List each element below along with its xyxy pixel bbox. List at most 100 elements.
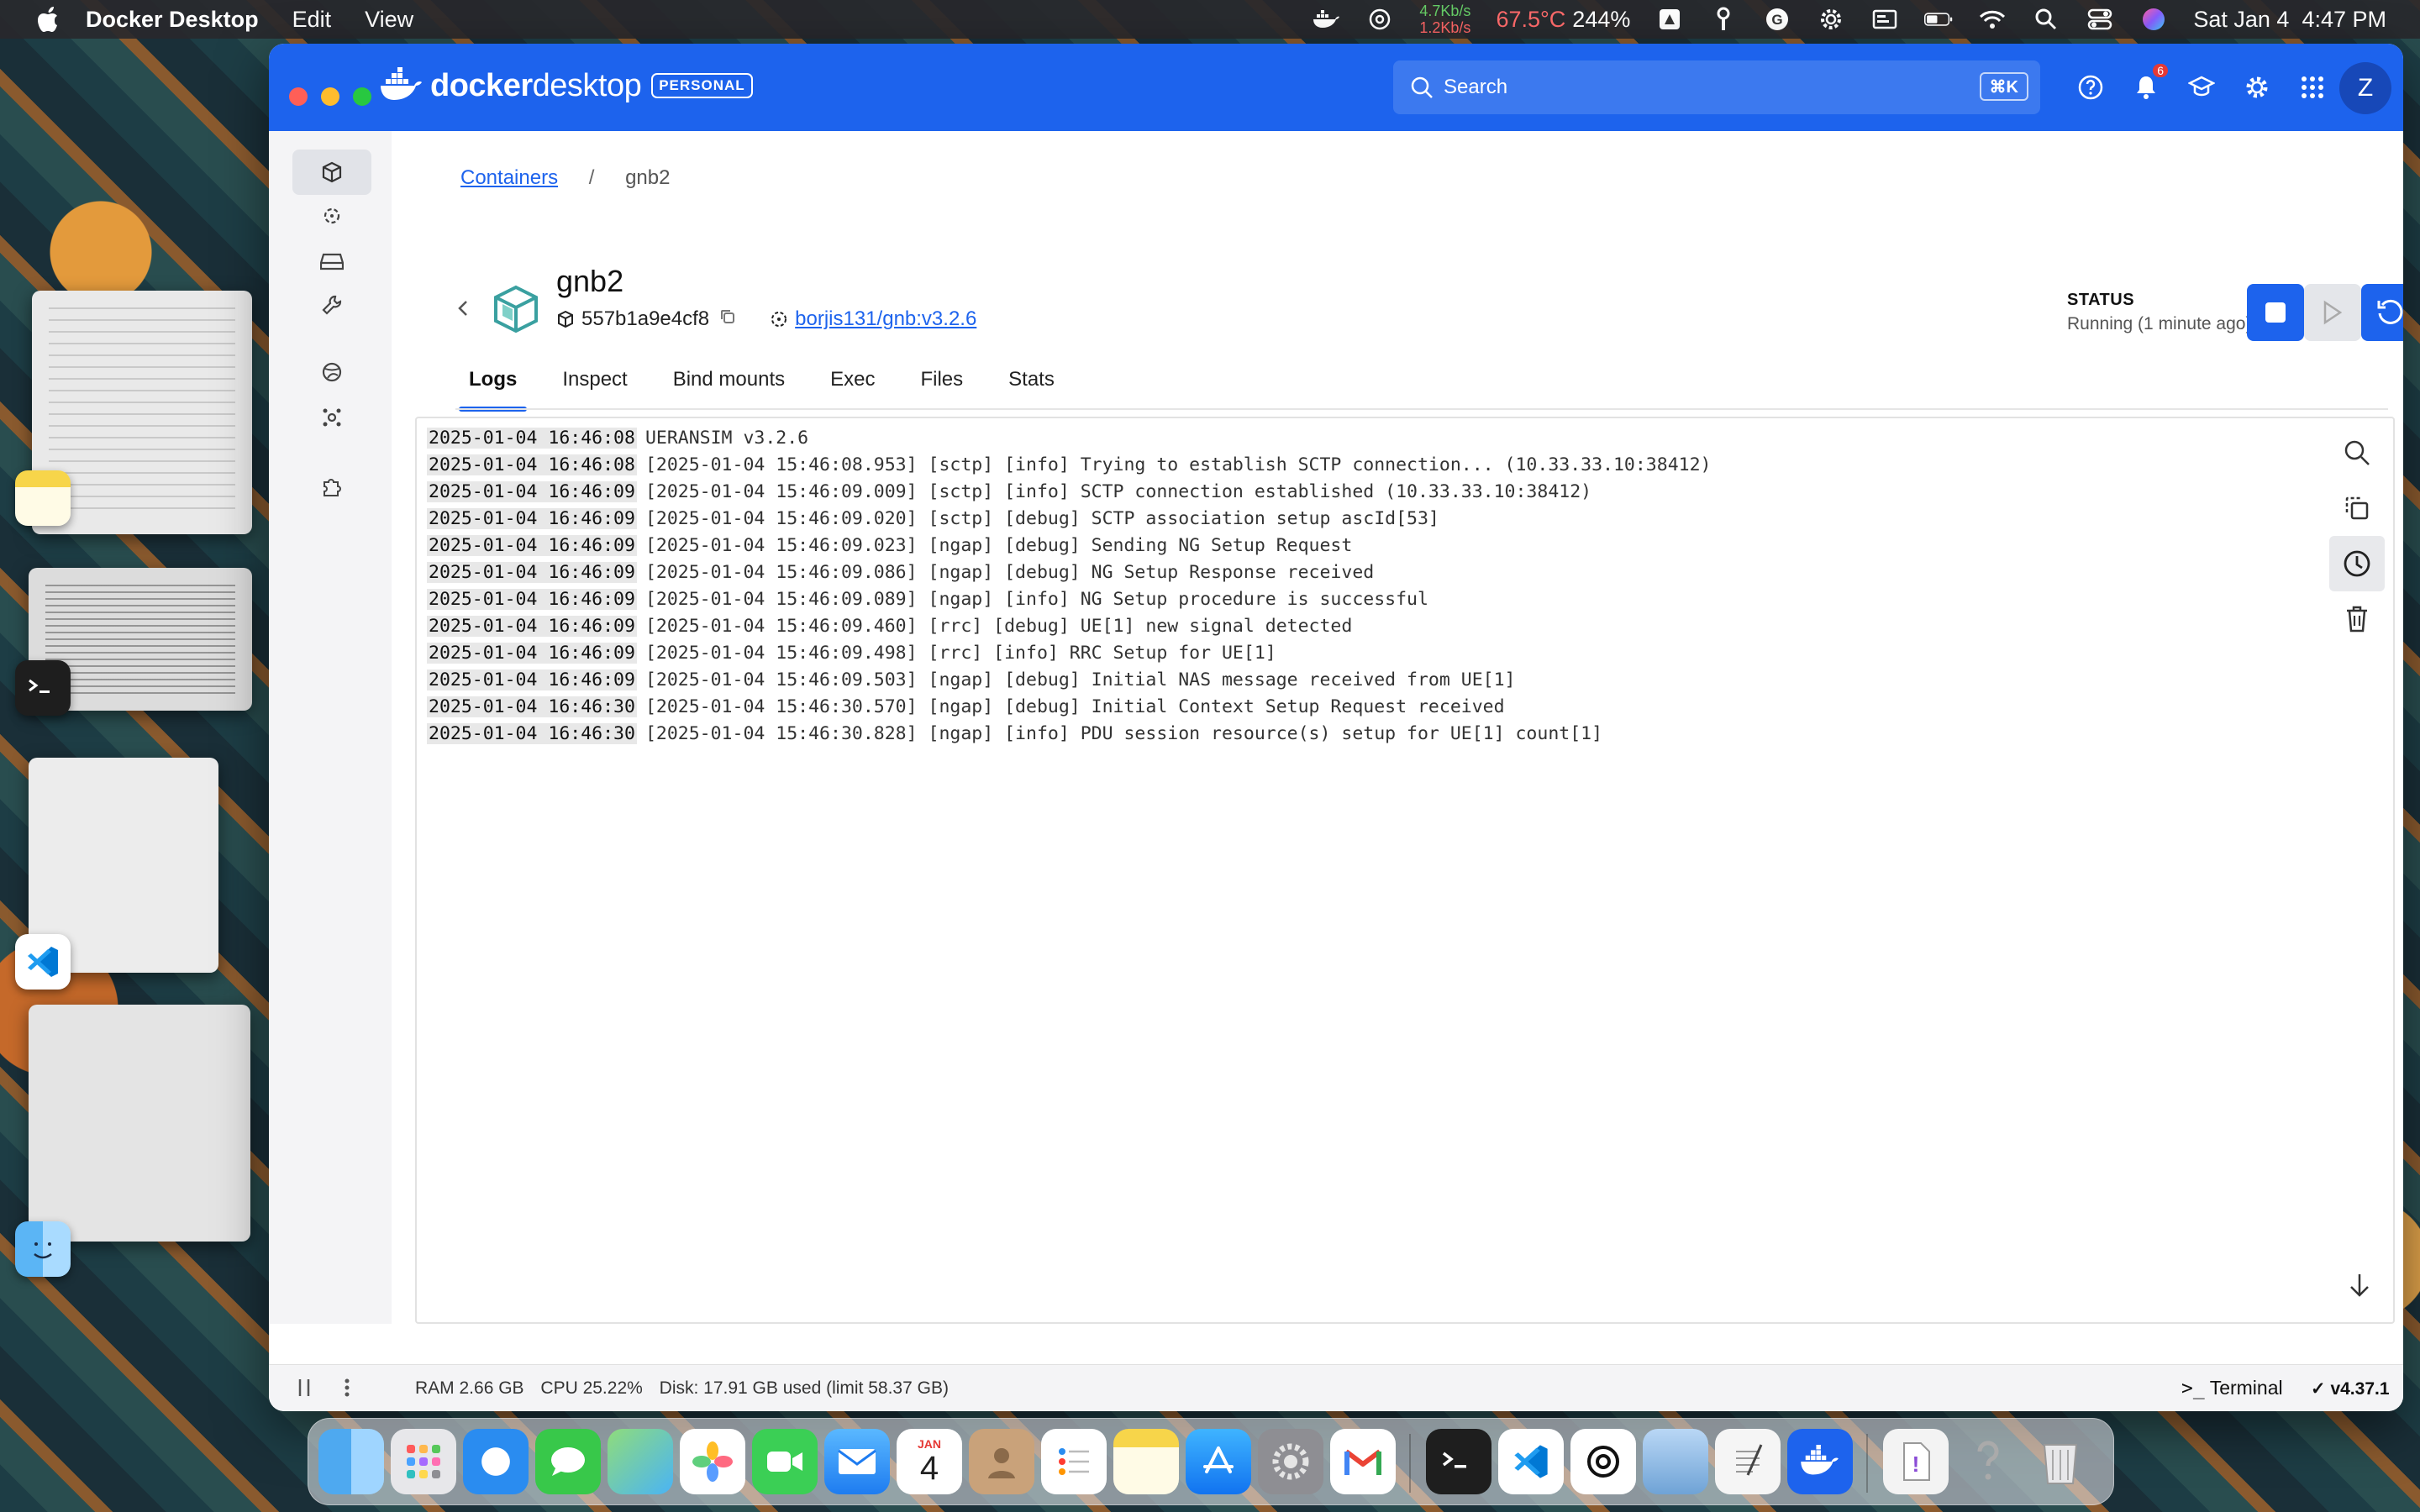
app-name-menu[interactable]: Docker Desktop	[86, 7, 259, 33]
window-titlebar: dockerdesktop PERSONAL Search ⌘K 6 Z	[269, 44, 2403, 131]
sidebar-item-extensions-marketplace[interactable]	[292, 395, 371, 440]
docker-dock-icon[interactable]	[1787, 1429, 1853, 1494]
version-indicator[interactable]: ✓ v4.37.1	[2311, 1378, 2390, 1399]
tab-stats[interactable]: Stats	[995, 360, 1068, 407]
copy-id-icon[interactable]	[719, 307, 736, 331]
apps-grid-icon[interactable]	[2294, 69, 2331, 106]
container-tabs: Logs Inspect Bind mounts Exec Files Stat…	[455, 360, 1086, 412]
docker-menubar-icon[interactable]	[1312, 5, 1340, 34]
key-icon[interactable]	[1709, 5, 1738, 34]
sidebar-item-builds[interactable]	[292, 282, 371, 328]
messages-dock-icon[interactable]	[535, 1429, 601, 1494]
maps-dock-icon[interactable]	[608, 1429, 673, 1494]
photos-dock-icon[interactable]	[680, 1429, 745, 1494]
terminal-app-icon	[15, 660, 71, 716]
tab-exec[interactable]: Exec	[817, 360, 888, 407]
tab-inspect[interactable]: Inspect	[549, 360, 640, 407]
menubar-clock[interactable]: Sat Jan 4 4:47 PM	[2193, 7, 2386, 33]
gmail-dock-icon[interactable]	[1330, 1429, 1396, 1494]
wifi-icon[interactable]	[1978, 5, 2007, 34]
trash-dock-icon[interactable]	[2028, 1429, 2093, 1494]
sidebar-item-extensions[interactable]	[292, 464, 371, 509]
docker-desktop-window: dockerdesktop PERSONAL Search ⌘K 6 Z Con…	[269, 44, 2403, 1411]
document-dock-icon[interactable]: !	[1883, 1429, 1949, 1494]
vscode-dock-icon[interactable]	[1498, 1429, 1564, 1494]
learning-center-icon[interactable]	[2183, 69, 2220, 106]
terminal-label: Terminal	[2209, 1377, 2283, 1399]
safari-dock-icon[interactable]	[463, 1429, 529, 1494]
user-avatar[interactable]: Z	[2339, 62, 2391, 114]
start-container-button[interactable]	[2304, 284, 2361, 341]
terminal-button[interactable]: >_ Terminal	[2181, 1377, 2283, 1399]
chatgpt-dock-icon[interactable]	[1570, 1429, 1636, 1494]
container-image-link[interactable]: borjis131/gnb:v3.2.6	[795, 307, 976, 331]
log-timestamp: 2025-01-04 16:46:30	[427, 723, 637, 744]
log-timestamp: 2025-01-04 16:46:08	[427, 454, 637, 475]
mail-dock-icon[interactable]	[824, 1429, 890, 1494]
close-window-button[interactable]	[289, 87, 308, 106]
sidebar-item-docker-scout[interactable]	[292, 349, 371, 395]
siri-icon[interactable]	[2139, 5, 2168, 34]
log-lines: 2025-01-04 16:46:08 UERANSIM v3.2.6 2025-0…	[427, 425, 1711, 748]
breadcrumb-containers-link[interactable]: Containers	[460, 166, 558, 189]
stop-container-button[interactable]	[2247, 284, 2304, 341]
unknown-app-dock-icon[interactable]	[1955, 1429, 2021, 1494]
dock-separator	[1866, 1434, 1868, 1493]
screen-icon[interactable]	[1870, 5, 1899, 34]
container-id-cube-icon	[558, 310, 573, 328]
log-message: [2025-01-04 15:46:09.009] [sctp] [info] …	[644, 481, 1592, 502]
sidebar-item-images[interactable]	[292, 193, 371, 239]
notifications-bell-icon[interactable]: 6	[2128, 64, 2168, 106]
log-timestamp: 2025-01-04 16:46:09	[427, 616, 637, 637]
search-logs-button[interactable]	[2329, 425, 2385, 480]
log-timestamp: 2025-01-04 16:46:09	[427, 643, 637, 664]
launchpad-dock-icon[interactable]	[391, 1429, 456, 1494]
minimize-window-button[interactable]	[321, 87, 339, 106]
apple-menu-icon[interactable]	[30, 0, 69, 39]
grammarly-icon[interactable]: G	[1763, 5, 1791, 34]
terminal-dock-icon[interactable]	[1426, 1429, 1491, 1494]
breadcrumb-separator: /	[588, 166, 595, 189]
textedit-dock-icon[interactable]	[1715, 1429, 1781, 1494]
system-settings-dock-icon[interactable]	[1258, 1429, 1323, 1494]
zoom-window-button[interactable]	[353, 87, 371, 106]
collapse-sidebar-icon[interactable]	[294, 1377, 314, 1404]
preview-dock-icon[interactable]	[1643, 1429, 1708, 1494]
restart-container-button[interactable]	[2361, 284, 2403, 341]
gear-menubar-icon[interactable]	[1817, 5, 1845, 34]
tab-bind-mounts[interactable]: Bind mounts	[660, 360, 798, 407]
tab-logs[interactable]: Logs	[455, 360, 530, 412]
log-line: 2025-01-04 16:46:09 [2025-01-04 15:46:09.…	[427, 586, 1711, 613]
app-store-dock-icon[interactable]	[1186, 1429, 1251, 1494]
chatgpt-menubar-icon[interactable]	[1365, 5, 1394, 34]
back-chevron-icon[interactable]	[450, 296, 476, 321]
control-center-icon[interactable]	[2086, 5, 2114, 34]
stage-window-finder[interactable]	[29, 1005, 250, 1242]
scroll-to-bottom-arrow-icon[interactable]	[2341, 1267, 2378, 1304]
calendar-dock-icon[interactable]: JAN 4	[897, 1429, 962, 1494]
facetime-dock-icon[interactable]	[752, 1429, 818, 1494]
tab-files[interactable]: Files	[907, 360, 976, 407]
reminders-dock-icon[interactable]	[1041, 1429, 1107, 1494]
clear-logs-button[interactable]	[2329, 591, 2385, 647]
sidebar-item-volumes[interactable]	[292, 239, 371, 284]
drive-icon[interactable]	[1655, 5, 1684, 34]
battery-icon[interactable]	[1924, 5, 1953, 34]
sidebar-item-containers[interactable]	[292, 150, 371, 195]
toggle-timestamps-button[interactable]	[2329, 536, 2385, 591]
log-line: 2025-01-04 16:46:08 [2025-01-04 15:46:08.…	[427, 452, 1711, 479]
edit-menu[interactable]: Edit	[292, 7, 332, 33]
log-line: 2025-01-04 16:46:09 [2025-01-04 15:46:09.…	[427, 667, 1711, 694]
contacts-dock-icon[interactable]	[969, 1429, 1034, 1494]
spotlight-search-icon[interactable]	[2032, 5, 2060, 34]
log-panel[interactable]: 2025-01-04 16:46:08 UERANSIM v3.2.6 2025-0…	[415, 417, 2395, 1324]
breadcrumb: Containers / gnb2	[460, 166, 670, 190]
finder-dock-icon[interactable]	[318, 1429, 384, 1494]
notes-dock-icon[interactable]	[1113, 1429, 1179, 1494]
view-menu[interactable]: View	[365, 7, 413, 33]
help-icon[interactable]	[2072, 69, 2109, 106]
settings-gear-icon[interactable]	[2238, 69, 2275, 106]
global-search-box[interactable]: Search ⌘K	[1393, 60, 2040, 114]
more-options-icon[interactable]	[343, 1377, 351, 1404]
copy-logs-button[interactable]	[2329, 480, 2385, 536]
